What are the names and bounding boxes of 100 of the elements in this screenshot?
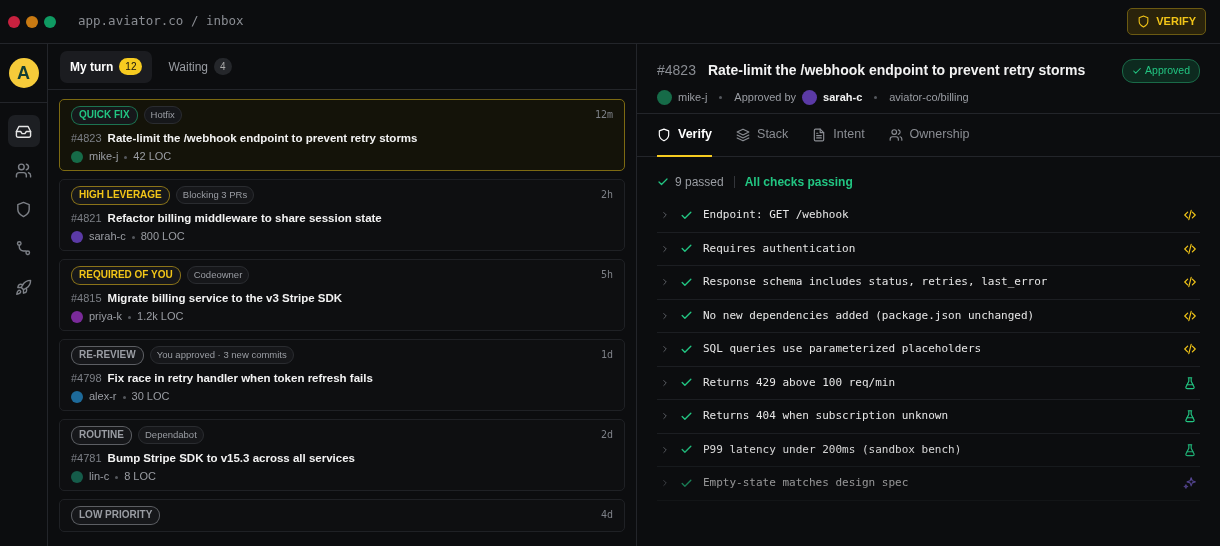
author-name: alex-r: [89, 390, 117, 404]
pr-number: #4823: [71, 131, 102, 146]
flask-icon: [1183, 375, 1197, 390]
lines-changed: 30 LOC: [131, 390, 170, 404]
layers-icon: [736, 127, 751, 142]
author-name: mike-j: [89, 150, 119, 164]
check-text: No new dependencies added (package.json unchanged): [703, 307, 1036, 324]
code-icon: [1183, 342, 1197, 357]
note-tag: Dependabot: [138, 426, 204, 445]
pr-number: #4823: [657, 61, 696, 81]
shield-icon: [1137, 15, 1151, 28]
check-row[interactable]: Requires authentication: [657, 232, 1200, 266]
separator-dot: [124, 155, 128, 159]
detail-tab[interactable]: Verify: [657, 114, 713, 157]
pr-title: Fix race in retry handler when token refresh fails: [107, 370, 373, 385]
chevron-icon: [660, 344, 670, 355]
inbox-tab[interactable]: Waiting 4: [158, 50, 242, 83]
chevron-icon: [660, 243, 670, 254]
priority-tag: HIGH LEVERAGE: [71, 186, 170, 205]
check-row[interactable]: Returns 429 above 100 req/min: [657, 366, 1200, 400]
priority-tag: LOW PRIORITY: [71, 506, 161, 525]
check-text: Empty-state matches design spec: [703, 475, 910, 491]
detail-tab[interactable]: Ownership: [888, 114, 970, 157]
rocket-icon: [15, 278, 32, 296]
branch-icon: [15, 239, 32, 257]
separator-dot: [122, 395, 126, 399]
time-text: 12m: [594, 109, 613, 122]
sidebar-nav-button[interactable]: [7, 115, 40, 147]
code-icon: [1183, 308, 1197, 323]
code-icon: [1183, 241, 1197, 256]
pull-request-card[interactable]: HIGH LEVERAGE Blocking 3 PRs 2h #4821 Refactor billing middleware to share session state sarah-c 800 LOC: [59, 179, 625, 251]
pr-title: Bump Stripe SDK to v15.3 across all services: [107, 450, 355, 465]
pr-number: #4815: [71, 291, 102, 306]
verify-button[interactable]: VERIFY: [1127, 8, 1206, 35]
separator-dot: [115, 475, 119, 479]
time-text: 4d: [600, 509, 613, 522]
lines-changed: 42 LOC: [133, 150, 172, 164]
inbox-tab[interactable]: My turn 12: [60, 50, 153, 83]
check-row[interactable]: No new dependencies added (package.json unchanged): [657, 299, 1200, 333]
code-icon: [1183, 275, 1197, 290]
check-row[interactable]: Returns 404 when subscription unknown: [657, 400, 1200, 434]
check-icon: [657, 176, 669, 188]
lines-changed: 1.2k LOC: [137, 310, 184, 324]
chevron-icon: [660, 277, 670, 288]
window-control-dot[interactable]: [44, 15, 56, 28]
check-row[interactable]: Endpoint: GET /webhook: [657, 199, 1200, 233]
time-text: 2h: [600, 189, 613, 202]
note-tag: Codeowner: [186, 266, 250, 285]
check-text: Returns 429 above 100 req/min: [703, 374, 897, 391]
pr-number: #4821: [71, 211, 102, 226]
check-text: Response schema includes status, retries, last_error: [703, 274, 1049, 290]
time-text: 1d: [600, 349, 613, 362]
check-icon: [1132, 65, 1143, 76]
priority-tag: REQUIRED OF YOU: [71, 266, 181, 285]
lines-changed: 8 LOC: [124, 470, 156, 484]
chevron-icon: [660, 310, 670, 321]
window-control-dot[interactable]: [8, 15, 20, 28]
separator-dot: [131, 235, 135, 239]
chevron-icon: [660, 444, 670, 455]
address-text: app.aviator.co / inbox: [78, 12, 244, 31]
pull-request-card[interactable]: LOW PRIORITY 4d: [59, 499, 625, 532]
check-row[interactable]: Response schema includes status, retries, last_error: [657, 266, 1200, 300]
logo-text: A: [8, 58, 39, 88]
pull-request-card[interactable]: QUICK FIX Hotfix 12m #4823 Rate-limit the /webhook endpoint to prevent retry storms mike-j 42 LOC: [59, 99, 625, 171]
check-text: Returns 404 when subscription unknown: [703, 408, 950, 424]
check-text: Endpoint: GET /webhook: [703, 207, 850, 223]
check-row[interactable]: Empty-state matches design spec: [657, 467, 1200, 501]
checks-status: All checks passing: [744, 174, 853, 191]
people-icon: [15, 161, 32, 179]
approver-name: sarah-c: [823, 89, 863, 105]
code-icon: [1183, 208, 1197, 223]
pull-request-card[interactable]: REQUIRED OF YOU Codeowner 5h #4815 Migrate billing service to the v3 Stripe SDK priya-k 1.2k LOC: [59, 259, 625, 331]
flask-icon: [1183, 409, 1197, 424]
detail-tab[interactable]: Intent: [812, 114, 865, 157]
note-tag: Blocking 3 PRs: [175, 186, 255, 205]
check-row[interactable]: SQL queries use parameterized placeholders: [657, 333, 1200, 367]
pull-request-card[interactable]: ROUTINE Dependabot 2d #4781 Bump Stripe SDK to v15.3 across all services lin-c 8 LOC: [59, 419, 625, 491]
window-control-dot[interactable]: [26, 15, 38, 28]
lines-changed: 800 LOC: [140, 230, 185, 244]
separator-dot: [719, 95, 723, 99]
chevron-icon: [660, 478, 670, 489]
passed-count: 9 passed: [675, 174, 724, 191]
check-row[interactable]: P99 latency under 200ms (sandbox bench): [657, 433, 1200, 467]
shield-icon: [657, 127, 671, 142]
flask-icon: [1183, 442, 1197, 457]
check-text: SQL queries use parameterized placeholders: [703, 341, 983, 357]
check-text: P99 latency under 200ms (sandbox bench): [703, 441, 963, 458]
author-name: priya-k: [89, 310, 122, 324]
sparkle-icon: [1183, 476, 1197, 491]
pr-title: Rate-limit the /webhook endpoint to prevent retry storms: [707, 61, 1086, 81]
priority-tag: ROUTINE: [71, 426, 132, 445]
check-text: Requires authentication: [703, 240, 857, 257]
time-text: 2d: [600, 429, 613, 442]
pr-number: #4781: [71, 451, 102, 466]
pull-request-card[interactable]: RE-REVIEW You approved · 3 new commits 1d #4798 Fix race in retry handler when token refresh fails alex-r 30 LOC: [59, 339, 625, 411]
detail-tab[interactable]: Stack: [736, 114, 789, 157]
chevron-icon: [660, 210, 670, 221]
approved-label: Approved by: [734, 89, 797, 105]
chevron-icon: [660, 411, 670, 422]
chevron-icon: [660, 377, 670, 388]
